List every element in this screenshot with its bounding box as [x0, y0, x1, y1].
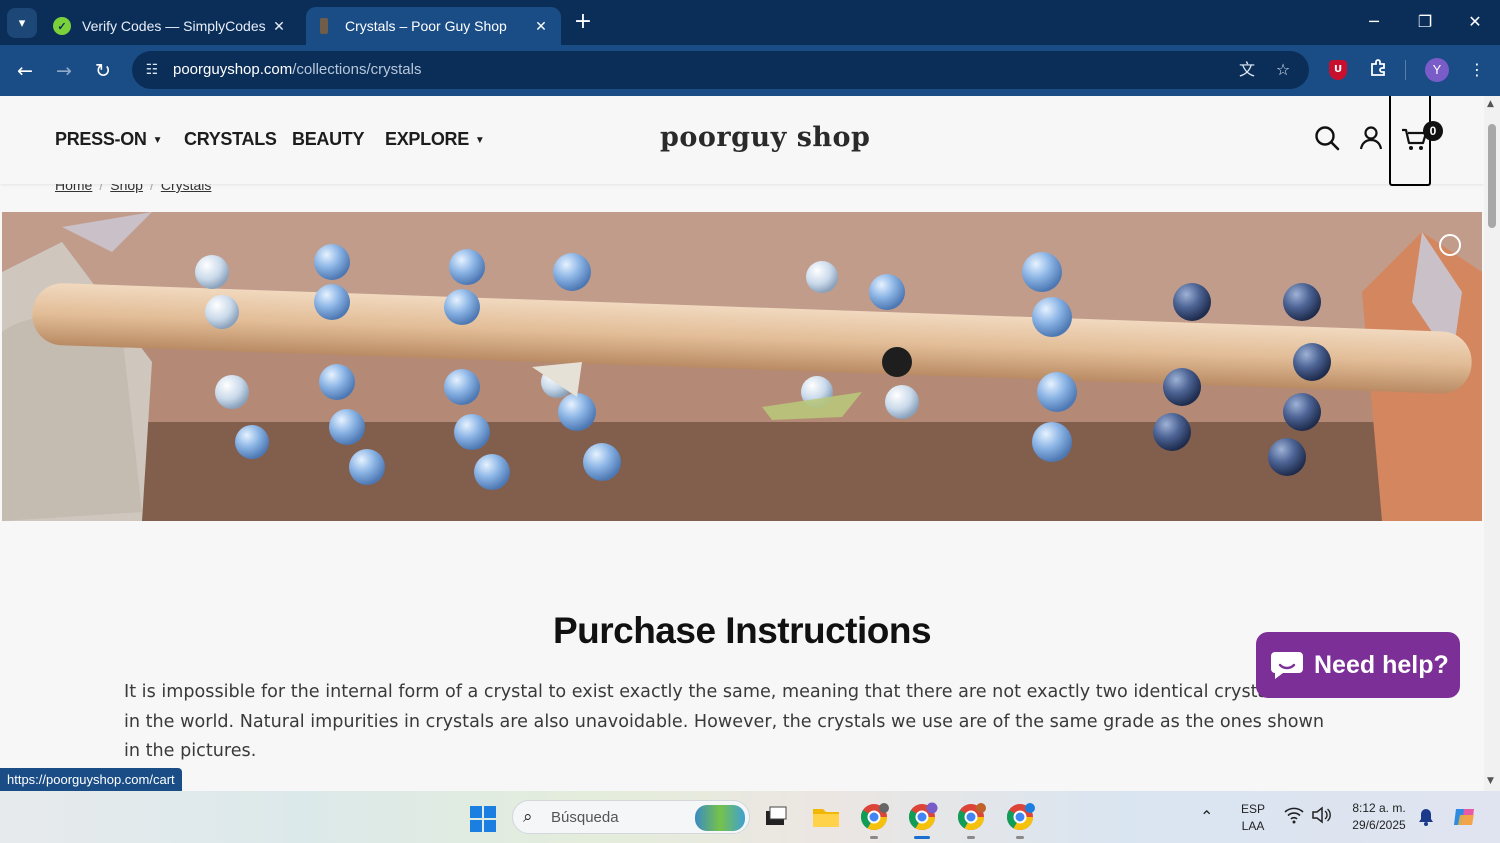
minimize-button[interactable]: ─: [1354, 8, 1394, 36]
site-header: PRESS-ON ▼ CRYSTALS BEAUTY EXPLORE ▼ poorg…: [0, 96, 1484, 186]
account-icon[interactable]: [1357, 124, 1387, 154]
nav-crystals[interactable]: CRYSTALS: [184, 129, 277, 150]
chat-bubble-icon: [1271, 652, 1303, 679]
chevron-down-icon: ▾: [18, 15, 26, 31]
close-tab-icon[interactable]: ✕: [529, 18, 553, 35]
chrome-profile-y-icon[interactable]: [906, 801, 938, 833]
clock-time: 8:12 a. m.: [1352, 801, 1406, 815]
search-highlight-image: [695, 805, 745, 831]
nav-label: BEAUTY: [292, 129, 365, 149]
nav-beauty[interactable]: BEAUTY: [292, 129, 365, 150]
toolbar-separator: [1405, 60, 1406, 80]
poorguyshop-favicon-icon: [320, 18, 328, 34]
status-bar-url: https://poorguyshop.com/cart: [0, 768, 182, 791]
tab-title: Crystals – Poor Guy Shop: [345, 18, 507, 34]
site-settings-icon[interactable]: ☷: [142, 60, 162, 80]
restore-button[interactable]: ❐: [1405, 8, 1445, 36]
forward-button[interactable]: →: [50, 57, 78, 85]
need-help-label: Need help?: [1314, 650, 1449, 679]
tab-poor-guy-shop[interactable]: Crystals – Poor Guy Shop ✕: [306, 7, 561, 45]
scroll-down-arrow-icon[interactable]: ▼: [1487, 776, 1494, 786]
arrow-left-icon: ←: [17, 60, 33, 82]
clock-date: 29/6/2025: [1352, 818, 1406, 832]
extensions-puzzle-icon[interactable]: [1366, 57, 1392, 83]
web-page: PRESS-ON ▼ CRYSTALS BEAUTY EXPLORE ▼ poorg…: [0, 96, 1484, 791]
taskbar-search[interactable]: ⌕ Búsqueda: [512, 800, 750, 834]
notification-bell-icon[interactable]: [1418, 808, 1434, 829]
active-app-indicator: [914, 836, 930, 839]
scroll-up-arrow-icon[interactable]: ▲: [1487, 99, 1494, 109]
browser-tab-bar: ▾ ✓ Verify Codes — SimplyCodes ✕ Crystal…: [0, 0, 1500, 45]
scrollbar-thumb[interactable]: [1488, 124, 1496, 228]
back-button[interactable]: ←: [11, 57, 39, 85]
clock[interactable]: 8:12 a. m. 29/6/2025: [1345, 801, 1413, 832]
chevron-down-icon: ▼: [152, 135, 163, 146]
search-icon: ⌕: [523, 807, 533, 827]
chrome-profile-1-icon[interactable]: [858, 801, 890, 833]
page-scrollbar[interactable]: ▲ ▼: [1484, 96, 1500, 791]
taskbar-search-placeholder: Búsqueda: [551, 809, 619, 826]
profile-avatar[interactable]: Y: [1425, 58, 1449, 82]
tab-search-button[interactable]: ▾: [7, 8, 37, 38]
url-host: poorguyshop.com: [173, 61, 293, 78]
app-running-indicator: [967, 836, 975, 839]
show-hidden-icons-chevron-up-icon[interactable]: ⌃: [1200, 807, 1213, 827]
nav-press-on[interactable]: PRESS-ON ▼: [55, 129, 163, 150]
wifi-icon[interactable]: [1284, 806, 1304, 829]
browser-toolbar: ← → ↻ ☷ poorguyshop.com/collections/crys…: [0, 45, 1500, 96]
task-view-icon[interactable]: [760, 801, 792, 833]
nav-label: CRYSTALS: [184, 129, 277, 149]
nav-label: EXPLORE: [385, 129, 469, 149]
close-window-button[interactable]: ✕: [1455, 8, 1495, 36]
translate-icon[interactable]: 文: [1235, 59, 1259, 81]
tab-simplycodes[interactable]: ✓ Verify Codes — SimplyCodes ✕: [44, 7, 299, 45]
need-help-chat-button[interactable]: Need help?: [1256, 632, 1460, 698]
app-running-indicator: [870, 836, 878, 839]
language-indicator[interactable]: ESP LAA: [1238, 802, 1268, 833]
close-tab-icon[interactable]: ✕: [267, 18, 291, 35]
copilot-icon[interactable]: [1452, 805, 1478, 832]
url-path: /collections/crystals: [292, 61, 422, 78]
nav-explore[interactable]: EXPLORE ▼: [385, 129, 485, 150]
keyboard-layout: LAA: [1241, 819, 1265, 833]
ublock-extension-icon[interactable]: U: [1329, 60, 1347, 80]
app-running-indicator: [1016, 836, 1024, 839]
language-code: ESP: [1240, 802, 1265, 816]
purchase-instructions-text: It is impossible for the internal form o…: [124, 682, 1332, 761]
simplycodes-favicon-icon: ✓: [53, 17, 71, 35]
chrome-profile-4-icon[interactable]: [1004, 801, 1036, 833]
site-logo[interactable]: poorguy shop: [660, 122, 870, 153]
hero-banner-image: [2, 212, 1482, 521]
browser-menu-icon[interactable]: ⋮: [1464, 57, 1490, 83]
windows-taskbar: ⌕ Búsqueda ⌃ ESP LAA 8:12 a. m. 29/6/202…: [0, 791, 1500, 843]
crystal-bracelets-photo: [2, 212, 1482, 521]
nav-label: PRESS-ON: [55, 129, 147, 149]
reload-button[interactable]: ↻: [89, 57, 117, 85]
new-tab-button[interactable]: +: [570, 10, 596, 36]
chevron-down-icon: ▼: [474, 135, 485, 146]
arrow-right-icon: →: [56, 60, 72, 82]
url-text: poorguyshop.com/collections/crystals: [173, 61, 421, 78]
bookmark-star-icon[interactable]: ☆: [1271, 59, 1295, 81]
address-bar[interactable]: ☷ poorguyshop.com/collections/crystals 文…: [132, 51, 1309, 89]
tab-title: Verify Codes — SimplyCodes: [82, 18, 266, 34]
volume-icon[interactable]: [1311, 806, 1331, 827]
reload-icon: ↻: [95, 60, 111, 82]
windows-start-icon[interactable]: [470, 806, 496, 832]
file-explorer-icon[interactable]: [810, 801, 842, 833]
chrome-profile-3-icon[interactable]: [955, 801, 987, 833]
cart-count-badge: 0: [1423, 121, 1443, 141]
search-icon[interactable]: [1313, 124, 1343, 154]
